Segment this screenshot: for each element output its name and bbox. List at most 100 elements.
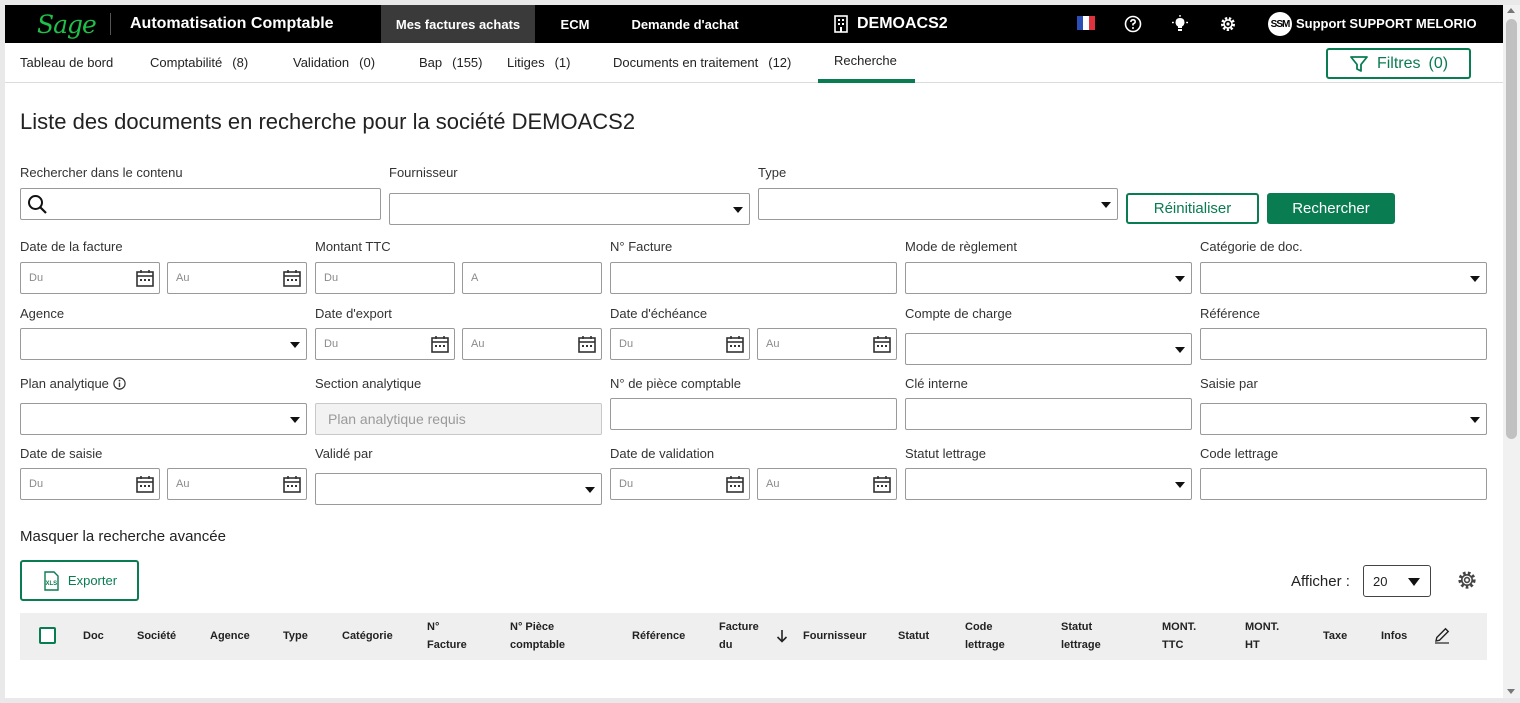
col-code-lettrage[interactable]: Code lettrage	[965, 618, 1005, 654]
amount-ttc-label: Montant TTC	[315, 239, 391, 254]
amount-ttc-from[interactable]: Du	[315, 262, 455, 294]
sage-logo[interactable]: Sage	[37, 10, 97, 39]
avatar[interactable]: SSM	[1268, 12, 1292, 36]
scroll-up-arrow-icon[interactable]	[1507, 8, 1515, 13]
export-date-to[interactable]: Au	[462, 328, 602, 360]
info-icon[interactable]	[112, 377, 126, 390]
calendar-icon[interactable]	[577, 334, 597, 354]
internal-key-input[interactable]	[905, 398, 1192, 430]
col-n-piece-comptable[interactable]: N° Pièce comptable	[510, 618, 565, 654]
col-doc[interactable]: Doc	[83, 627, 104, 645]
col-statut-lettrage[interactable]: Statut lettrage	[1061, 618, 1101, 654]
entered-by-label: Saisie par	[1200, 376, 1258, 391]
calendar-icon[interactable]	[872, 474, 892, 494]
select-all-checkbox[interactable]	[39, 627, 56, 644]
tab-tableau-de-bord[interactable]: Tableau de bord	[20, 55, 113, 70]
topnav-demande-achat[interactable]: Demande d'achat	[615, 5, 755, 43]
col-facture-du[interactable]: Facture du	[719, 618, 759, 654]
toggle-advanced-search[interactable]: Masquer la recherche avancée	[20, 528, 226, 545]
tab-litiges[interactable]: Litiges (1)	[507, 55, 570, 70]
tab-recherche[interactable]: Recherche	[834, 53, 897, 68]
chevron-down-icon	[733, 207, 743, 213]
calendar-icon[interactable]	[282, 474, 302, 494]
validated-by-select[interactable]	[315, 473, 602, 505]
tab-documents-en-traitement[interactable]: Documents en traitement (12)	[613, 55, 791, 70]
validation-date-to[interactable]: Au	[757, 468, 897, 500]
supplier-select[interactable]	[389, 193, 750, 225]
doc-category-select[interactable]	[1200, 262, 1487, 294]
entry-date-label: Date de saisie	[20, 446, 103, 461]
col-taxe[interactable]: Taxe	[1323, 627, 1347, 645]
tab-validation[interactable]: Validation (0)	[293, 55, 375, 70]
amount-ttc-to[interactable]: A	[462, 262, 602, 294]
search-icon	[28, 195, 47, 214]
tab-bap[interactable]: Bap (155)	[419, 55, 483, 70]
reset-button[interactable]: Réinitialiser	[1126, 193, 1259, 224]
sort-down-arrow-icon[interactable]	[776, 629, 788, 643]
col-mont-ht[interactable]: MONT. HT	[1245, 618, 1279, 654]
calendar-icon[interactable]	[135, 474, 155, 494]
charge-account-select[interactable]	[905, 333, 1192, 365]
entry-date-from[interactable]: Du	[20, 468, 160, 500]
user-name[interactable]: Support SUPPORT MELORIO	[1296, 16, 1477, 31]
xls-file-icon: XLS	[44, 570, 59, 591]
flag-fr-icon[interactable]	[1077, 16, 1095, 30]
type-select[interactable]	[758, 188, 1118, 220]
col-reference[interactable]: Référence	[632, 627, 685, 645]
agency-select[interactable]	[20, 328, 307, 360]
content-search-input[interactable]	[20, 188, 381, 220]
col-n-facture[interactable]: N° Facture	[427, 618, 467, 654]
calendar-icon[interactable]	[725, 334, 745, 354]
lettering-status-label: Statut lettrage	[905, 446, 986, 461]
gear-icon[interactable]	[1219, 15, 1237, 33]
tab-comptabilite[interactable]: Comptabilité (8)	[150, 55, 248, 70]
due-date-from[interactable]: Du	[610, 328, 750, 360]
lettering-status-select[interactable]	[905, 468, 1192, 500]
col-type[interactable]: Type	[283, 627, 308, 645]
app-title: Automatisation Comptable	[130, 15, 334, 32]
calendar-icon[interactable]	[430, 334, 450, 354]
export-button[interactable]: XLS Exporter	[20, 560, 139, 601]
col-mont-ttc[interactable]: MONT. TTC	[1162, 618, 1196, 654]
vertical-scrollbar[interactable]	[1503, 5, 1520, 698]
scroll-down-arrow-icon[interactable]	[1507, 689, 1515, 694]
column-settings-gear-icon[interactable]	[1456, 569, 1478, 591]
internal-key-label: Clé interne	[905, 376, 968, 391]
accounting-piece-input[interactable]	[610, 398, 897, 430]
entry-date-to[interactable]: Au	[167, 468, 307, 500]
invoice-date-to[interactable]: Au	[167, 262, 307, 294]
col-societe[interactable]: Société	[137, 627, 176, 645]
col-agence[interactable]: Agence	[210, 627, 250, 645]
lightbulb-icon[interactable]	[1171, 15, 1189, 33]
col-infos[interactable]: Infos	[1381, 627, 1407, 645]
invoice-no-input[interactable]	[610, 262, 897, 294]
help-icon[interactable]	[1124, 15, 1142, 33]
col-fournisseur[interactable]: Fournisseur	[803, 627, 867, 645]
calendar-icon[interactable]	[135, 268, 155, 288]
chevron-down-icon	[290, 342, 300, 348]
lettering-code-input[interactable]	[1200, 468, 1487, 500]
calendar-icon[interactable]	[282, 268, 302, 288]
placeholder: A	[471, 272, 479, 284]
reference-input[interactable]	[1200, 328, 1487, 360]
calendar-icon[interactable]	[725, 474, 745, 494]
page-size-select[interactable]: 20	[1363, 565, 1431, 597]
validation-date-from[interactable]: Du	[610, 468, 750, 500]
search-button[interactable]: Rechercher	[1267, 193, 1395, 224]
placeholder: Du	[29, 478, 44, 490]
col-categorie[interactable]: Catégorie	[342, 627, 393, 645]
filters-button[interactable]: Filtres (0)	[1326, 48, 1471, 79]
payment-mode-select[interactable]	[905, 262, 1192, 294]
topnav-mes-factures-achats[interactable]: Mes factures achats	[381, 5, 535, 43]
invoice-date-from[interactable]: Du	[20, 262, 160, 294]
edit-pencil-icon[interactable]	[1433, 626, 1451, 644]
export-date-from[interactable]: Du	[315, 328, 455, 360]
calendar-icon[interactable]	[872, 334, 892, 354]
entered-by-select[interactable]	[1200, 403, 1487, 435]
due-date-to[interactable]: Au	[757, 328, 897, 360]
company-selector[interactable]: DEMOACS2	[833, 15, 948, 33]
analytic-plan-select[interactable]	[20, 403, 307, 435]
topnav-ecm[interactable]: ECM	[545, 5, 605, 43]
scrollbar-thumb[interactable]	[1506, 19, 1517, 439]
col-statut[interactable]: Statut	[898, 627, 929, 645]
